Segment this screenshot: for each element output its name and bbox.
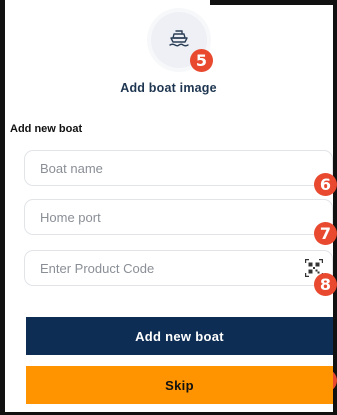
boat-name-placeholder: Boat name [40, 160, 103, 176]
form-title: Add new boat [10, 123, 83, 135]
add-boat-image-label: Add boat image [120, 81, 217, 95]
boat-name-field[interactable]: Boat name [24, 150, 333, 186]
frame-border-top [210, 0, 337, 5]
home-port-placeholder: Home port [40, 209, 101, 225]
annotation-marker-5: 5 [190, 49, 213, 72]
add-new-boat-button[interactable]: Add new boat [26, 317, 333, 355]
annotation-marker-8: 8 [314, 273, 337, 296]
boat-icon [168, 28, 190, 53]
frame-border-left [0, 0, 5, 415]
product-code-field[interactable]: Enter Product Code [24, 250, 333, 286]
annotation-marker-6: 6 [314, 173, 337, 196]
home-port-field[interactable]: Home port [24, 199, 333, 235]
product-code-placeholder: Enter Product Code [40, 260, 155, 276]
skip-button[interactable]: Skip [26, 366, 333, 404]
annotation-marker-7: 7 [314, 222, 337, 245]
frame-border-right [333, 0, 337, 415]
